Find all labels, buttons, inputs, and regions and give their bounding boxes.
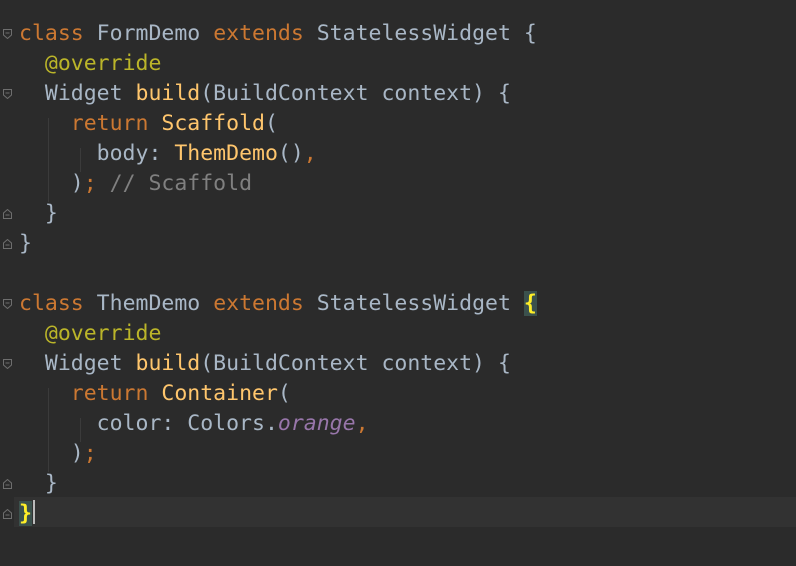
code-token: Container [161, 381, 278, 406]
code-token: @ [44, 321, 58, 346]
code-line[interactable]: return Scaffold( [19, 109, 278, 139]
code-token: extends [213, 21, 304, 46]
code-line[interactable]: } [19, 469, 58, 499]
fold-open-icon[interactable] [3, 359, 12, 369]
code-line[interactable]: } [19, 229, 32, 259]
code-token: ThemDemo [83, 291, 214, 316]
code-line[interactable]: ); // Scaffold [19, 169, 252, 199]
code-token: StatelessWidget { [303, 21, 537, 46]
code-token: ( [264, 111, 278, 136]
code-token: Scaffold [161, 111, 265, 136]
code-line[interactable]: body: ThemDemo(), [19, 139, 317, 169]
code-token: extends [213, 291, 304, 316]
fold-close-icon[interactable] [3, 239, 12, 249]
code-token: return [70, 111, 149, 136]
code-token: { [523, 291, 537, 316]
code-token: } [19, 231, 32, 256]
code-token: override [57, 321, 162, 346]
code-token: (BuildContext context) { [200, 351, 511, 376]
code-line[interactable]: color: Colors.orange, [19, 409, 369, 439]
code-line[interactable]: class ThemDemo extends StatelessWidget { [19, 289, 537, 319]
code-line[interactable]: } [19, 199, 58, 229]
fold-open-icon[interactable] [3, 89, 12, 99]
code-token: } [19, 501, 32, 526]
code-token: @ [44, 51, 58, 76]
code-token: ) [19, 171, 84, 196]
code-token: StatelessWidget [303, 291, 524, 316]
fold-close-icon[interactable] [3, 509, 12, 519]
code-token: build [135, 81, 201, 106]
code-token: ; [83, 441, 97, 466]
code-line[interactable]: @override [19, 319, 162, 349]
current-line-highlight [14, 497, 796, 527]
fold-open-icon[interactable] [3, 29, 12, 39]
code-line[interactable]: return Container( [19, 379, 291, 409]
code-token: // Scaffold [96, 171, 253, 196]
code-token: Widget [19, 351, 136, 376]
code-token: body: [19, 141, 175, 166]
code-editor[interactable]: class FormDemo extends StatelessWidget {… [0, 0, 796, 566]
code-line[interactable]: @override [19, 49, 162, 79]
code-token: override [57, 51, 162, 76]
fold-close-icon[interactable] [3, 479, 12, 489]
code-token: class [19, 291, 84, 316]
fold-open-icon[interactable] [3, 299, 12, 309]
fold-close-icon[interactable] [3, 209, 12, 219]
code-line[interactable]: Widget build(BuildContext context) { [19, 349, 511, 379]
code-token: FormDemo [83, 21, 214, 46]
text-caret [33, 500, 35, 524]
code-token: ( [277, 381, 291, 406]
code-line[interactable]: } [19, 499, 32, 529]
code-token: ThemDemo [174, 141, 278, 166]
code-token: } [19, 471, 58, 496]
code-token: } [19, 201, 58, 226]
code-token: () [277, 141, 304, 166]
code-token: orange [277, 411, 356, 436]
code-line[interactable]: ); [19, 439, 97, 469]
code-token: color: Colors. [19, 411, 278, 436]
code-token: , [303, 141, 317, 166]
code-token: ) [19, 441, 84, 466]
code-token: , [355, 411, 369, 436]
code-token: ; [83, 171, 97, 196]
code-token: class [19, 21, 84, 46]
code-token: build [135, 351, 201, 376]
code-line[interactable]: class FormDemo extends StatelessWidget { [19, 19, 537, 49]
code-token: return [70, 381, 149, 406]
code-token: (BuildContext context) { [200, 81, 511, 106]
code-token: Widget [19, 81, 136, 106]
code-line[interactable]: Widget build(BuildContext context) { [19, 79, 511, 109]
